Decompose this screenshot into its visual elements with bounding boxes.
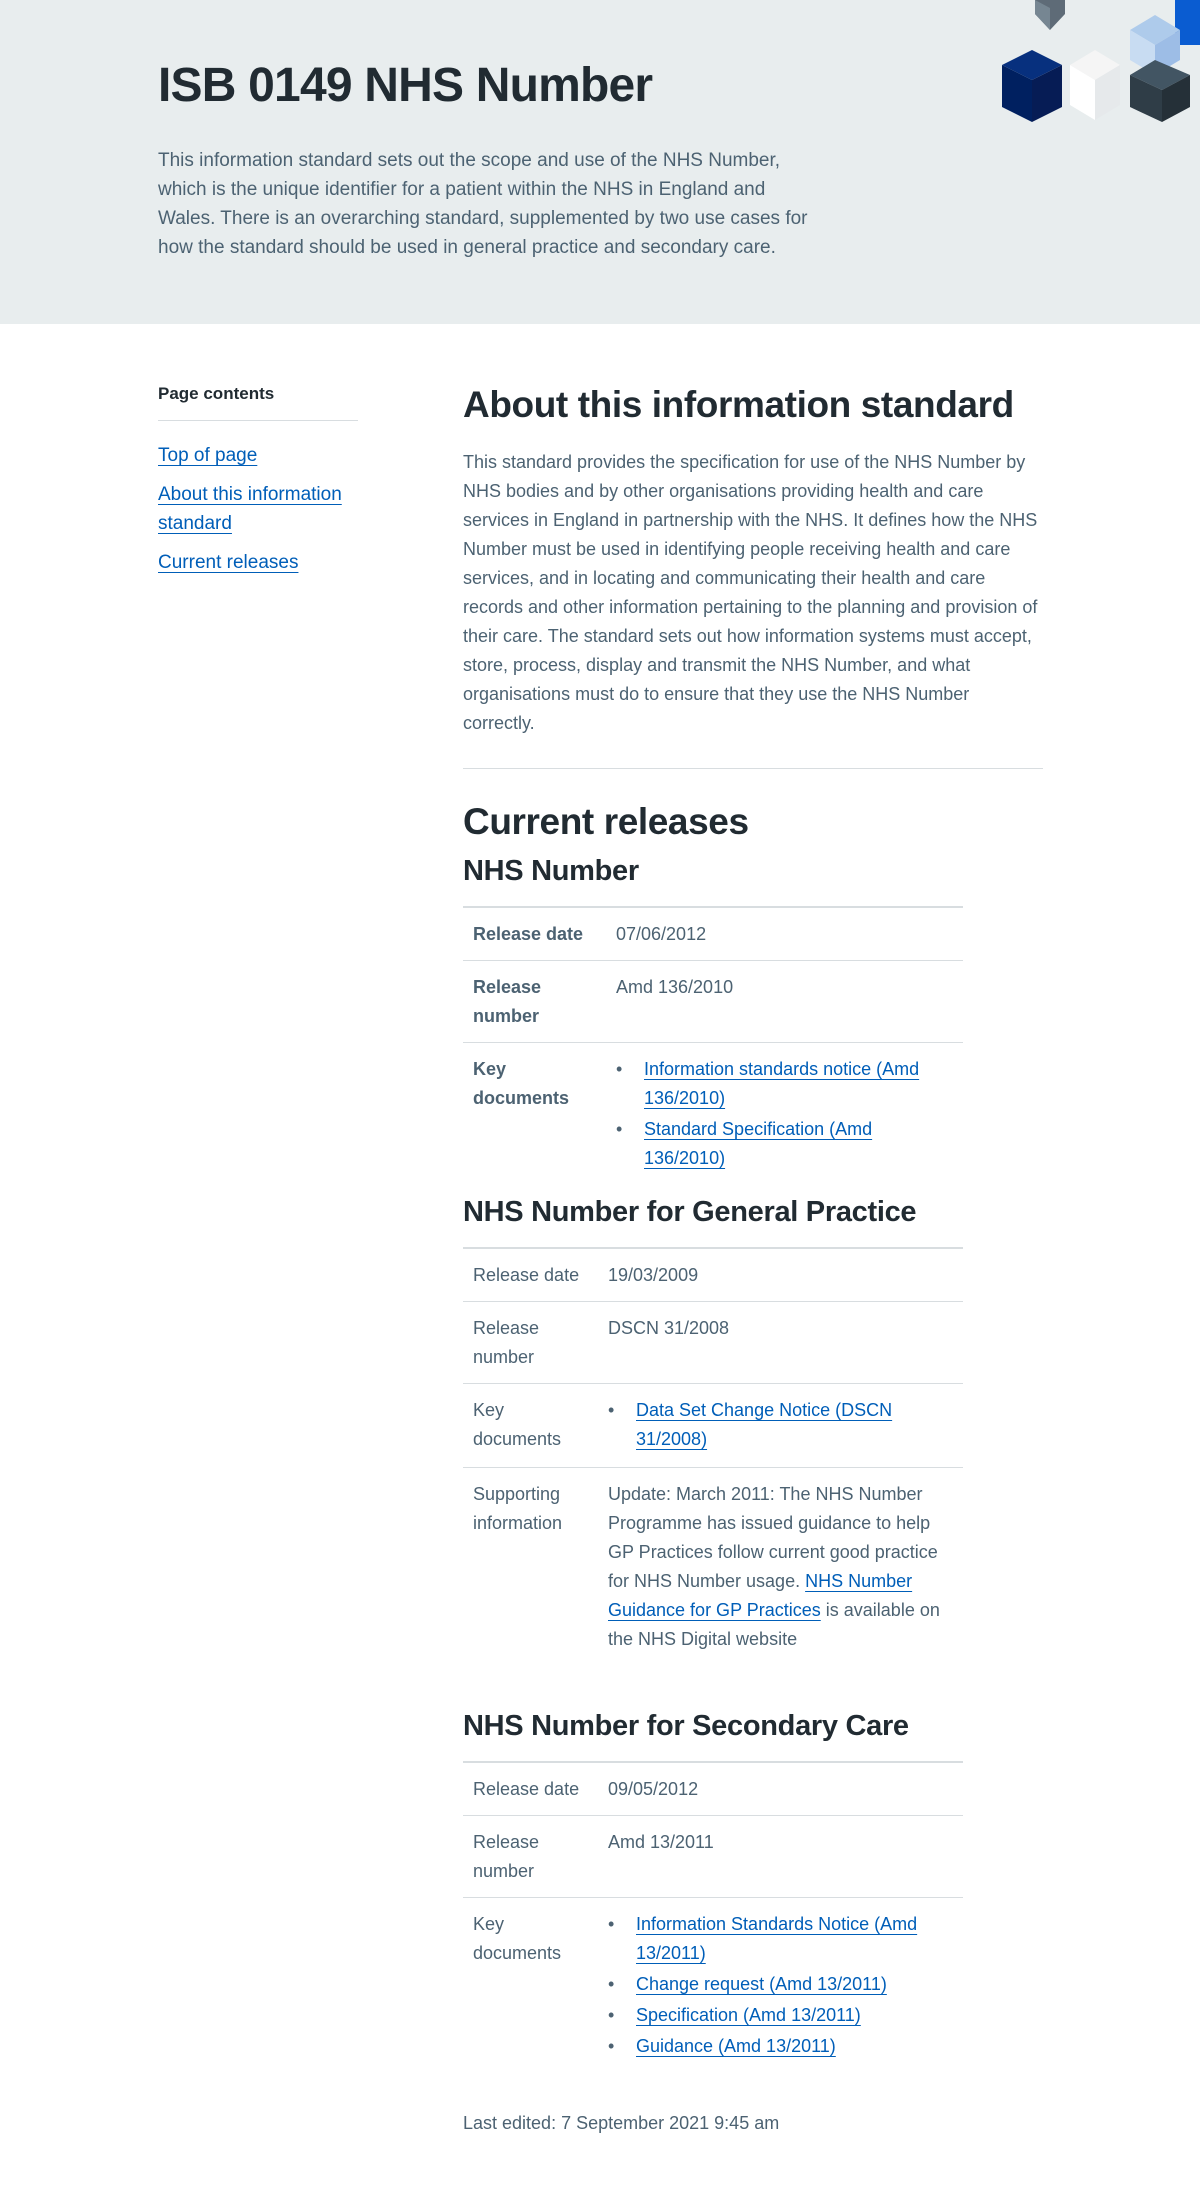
table-row: Release number Amd 13/2011 <box>463 1815 963 1898</box>
list-item: Change request (Amd 13/2011) <box>608 1970 953 1999</box>
document-link[interactable]: Change request (Amd 13/2011) <box>636 1974 887 1994</box>
section-divider <box>463 768 1043 769</box>
page-contents-list: Top of page About this information stand… <box>158 441 358 577</box>
about-standard-link[interactable]: About this information standard <box>158 484 342 534</box>
page-contents-item: Current releases <box>158 548 358 577</box>
release-number-value: Amd 136/2010 <box>606 960 963 1043</box>
document-link[interactable]: Guidance (Amd 13/2011) <box>636 2036 836 2056</box>
table-row: Release number DSCN 31/2008 <box>463 1301 963 1384</box>
nhs-number-release-table: Release date 07/06/2012 Release number A… <box>463 906 963 1186</box>
key-documents-label: Key documents <box>473 1914 562 1963</box>
document-link[interactable]: Specification (Amd 13/2011) <box>636 2005 861 2025</box>
key-documents-list-cell: Data Set Change Notice (DSCN 31/2008) <box>598 1383 963 1468</box>
general-practice-release-table: Release date 19/03/2009 Release number D… <box>463 1247 963 1694</box>
release-number-label: Release number <box>463 1815 598 1898</box>
list-item: Guidance (Amd 13/2011) <box>608 2032 953 2061</box>
secondary-care-release-heading: NHS Number for Secondary Care <box>463 1710 909 1742</box>
release-date-label: Release date <box>463 1248 598 1302</box>
list-item: Specification (Amd 13/2011) <box>608 2001 953 2030</box>
release-date-value: 07/06/2012 <box>606 907 963 961</box>
release-number-label: Release number <box>463 960 606 1043</box>
about-section: About this information standard This sta… <box>463 380 1043 738</box>
page-title: ISB 0149 NHS Number <box>158 59 653 112</box>
release-date-label: Release date <box>463 1762 598 1816</box>
secondary-care-release-table: Release date 09/05/2012 Release number A… <box>463 1761 963 2074</box>
current-releases-link[interactable]: Current releases <box>158 552 298 573</box>
release-date-value: 19/03/2009 <box>598 1248 963 1302</box>
table-row: Supporting information Update: March 201… <box>463 1468 963 1695</box>
general-practice-release-heading: NHS Number for General Practice <box>463 1196 917 1228</box>
key-documents-list: Information standards notice (Amd 136/20… <box>616 1055 953 1173</box>
supporting-information-label: Supporting information <box>473 1484 563 1533</box>
release-number-value: DSCN 31/2008 <box>598 1301 963 1384</box>
about-heading: About this information standard <box>463 384 1014 425</box>
document-link[interactable]: Information Standards Notice (Amd 13/201… <box>636 1914 917 1963</box>
document-link[interactable]: Standard Specification (Amd 136/2010) <box>644 1119 872 1168</box>
table-row: Key documents Data Set Change Notice (DS… <box>463 1383 963 1468</box>
about-body: This standard provides the specification… <box>463 452 1038 733</box>
current-releases-section: Current releases NHS Number Release date… <box>463 797 1043 2074</box>
top-of-page-link[interactable]: Top of page <box>158 445 257 466</box>
release-number-value: Amd 13/2011 <box>598 1815 963 1898</box>
main-content: About this information standard This sta… <box>463 380 1043 2074</box>
page-lede: This information standard sets out the s… <box>158 150 808 258</box>
table-row: Key documents Information standards noti… <box>463 1043 963 1187</box>
table-row: Release date 09/05/2012 <box>463 1762 963 1816</box>
supporting-information-text: Update: March 2011: The NHS Number Progr… <box>598 1468 963 1695</box>
list-item: Standard Specification (Amd 136/2010) <box>616 1115 953 1173</box>
release-date-value: 09/05/2012 <box>598 1762 963 1816</box>
page-contents-item: Top of page <box>158 441 358 470</box>
key-documents-list-cell: Information standards notice (Amd 136/20… <box>606 1043 963 1187</box>
key-documents-list: Data Set Change Notice (DSCN 31/2008) <box>608 1396 953 1454</box>
release-number-label: Release number <box>463 1301 598 1384</box>
page-contents-heading: Page contents <box>158 384 358 421</box>
list-item: Data Set Change Notice (DSCN 31/2008) <box>608 1396 953 1454</box>
list-item: Information Standards Notice (Amd 13/201… <box>608 1910 953 1968</box>
list-item: Information standards notice (Amd 136/20… <box>616 1055 953 1113</box>
last-edited-text: Last edited: 7 September 2021 9:45 am <box>463 2113 780 2133</box>
document-link[interactable]: Information standards notice (Amd 136/20… <box>644 1059 919 1108</box>
page-contents-item: About this information standard <box>158 480 358 538</box>
document-link[interactable]: Data Set Change Notice (DSCN 31/2008) <box>636 1400 892 1449</box>
key-documents-list-cell: Information Standards Notice (Amd 13/201… <box>598 1898 963 2075</box>
table-row: Key documents Information Standards Noti… <box>463 1898 963 2075</box>
decorative-cubes-graphic <box>1002 0 1200 122</box>
page-contents-nav: Page contents Top of page About this inf… <box>158 384 358 587</box>
current-releases-heading: Current releases <box>463 801 749 842</box>
key-documents-label: Key documents <box>463 1383 598 1468</box>
release-date-label: Release date <box>463 907 606 961</box>
table-row: Release number Amd 136/2010 <box>463 960 963 1043</box>
nhs-number-release-heading: NHS Number <box>463 855 639 887</box>
table-row: Release date 07/06/2012 <box>463 907 963 961</box>
hero-banner: ISB 0149 NHS Number This information sta… <box>0 0 1200 324</box>
key-documents-list: Information Standards Notice (Amd 13/201… <box>608 1910 953 2061</box>
key-documents-label: Key documents <box>473 1059 570 1108</box>
table-row: Release date 19/03/2009 <box>463 1248 963 1302</box>
